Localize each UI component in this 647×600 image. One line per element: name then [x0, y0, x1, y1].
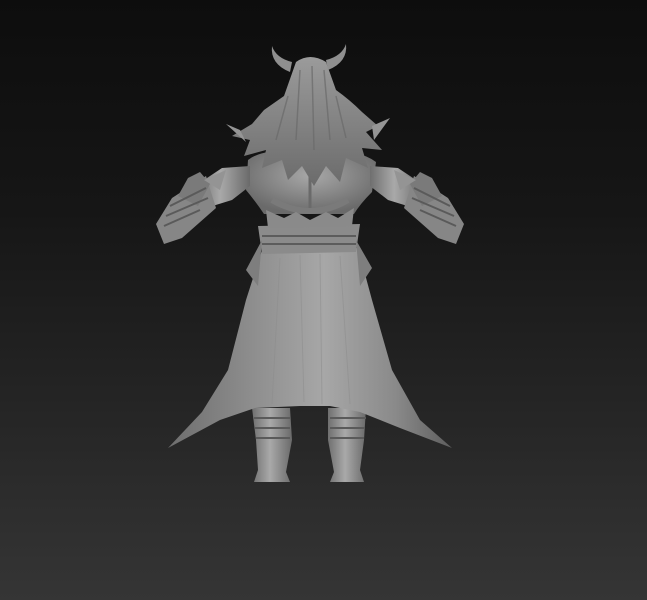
left-arm [156, 166, 250, 244]
left-horn [271, 46, 292, 72]
left-boot [252, 408, 292, 482]
sculpted-character-model[interactable] [0, 0, 647, 600]
right-horn [326, 44, 347, 70]
belt [258, 224, 360, 254]
right-arm [370, 166, 464, 244]
cape [168, 248, 452, 448]
right-boot [328, 408, 366, 482]
sculpt-viewport[interactable] [0, 0, 647, 600]
